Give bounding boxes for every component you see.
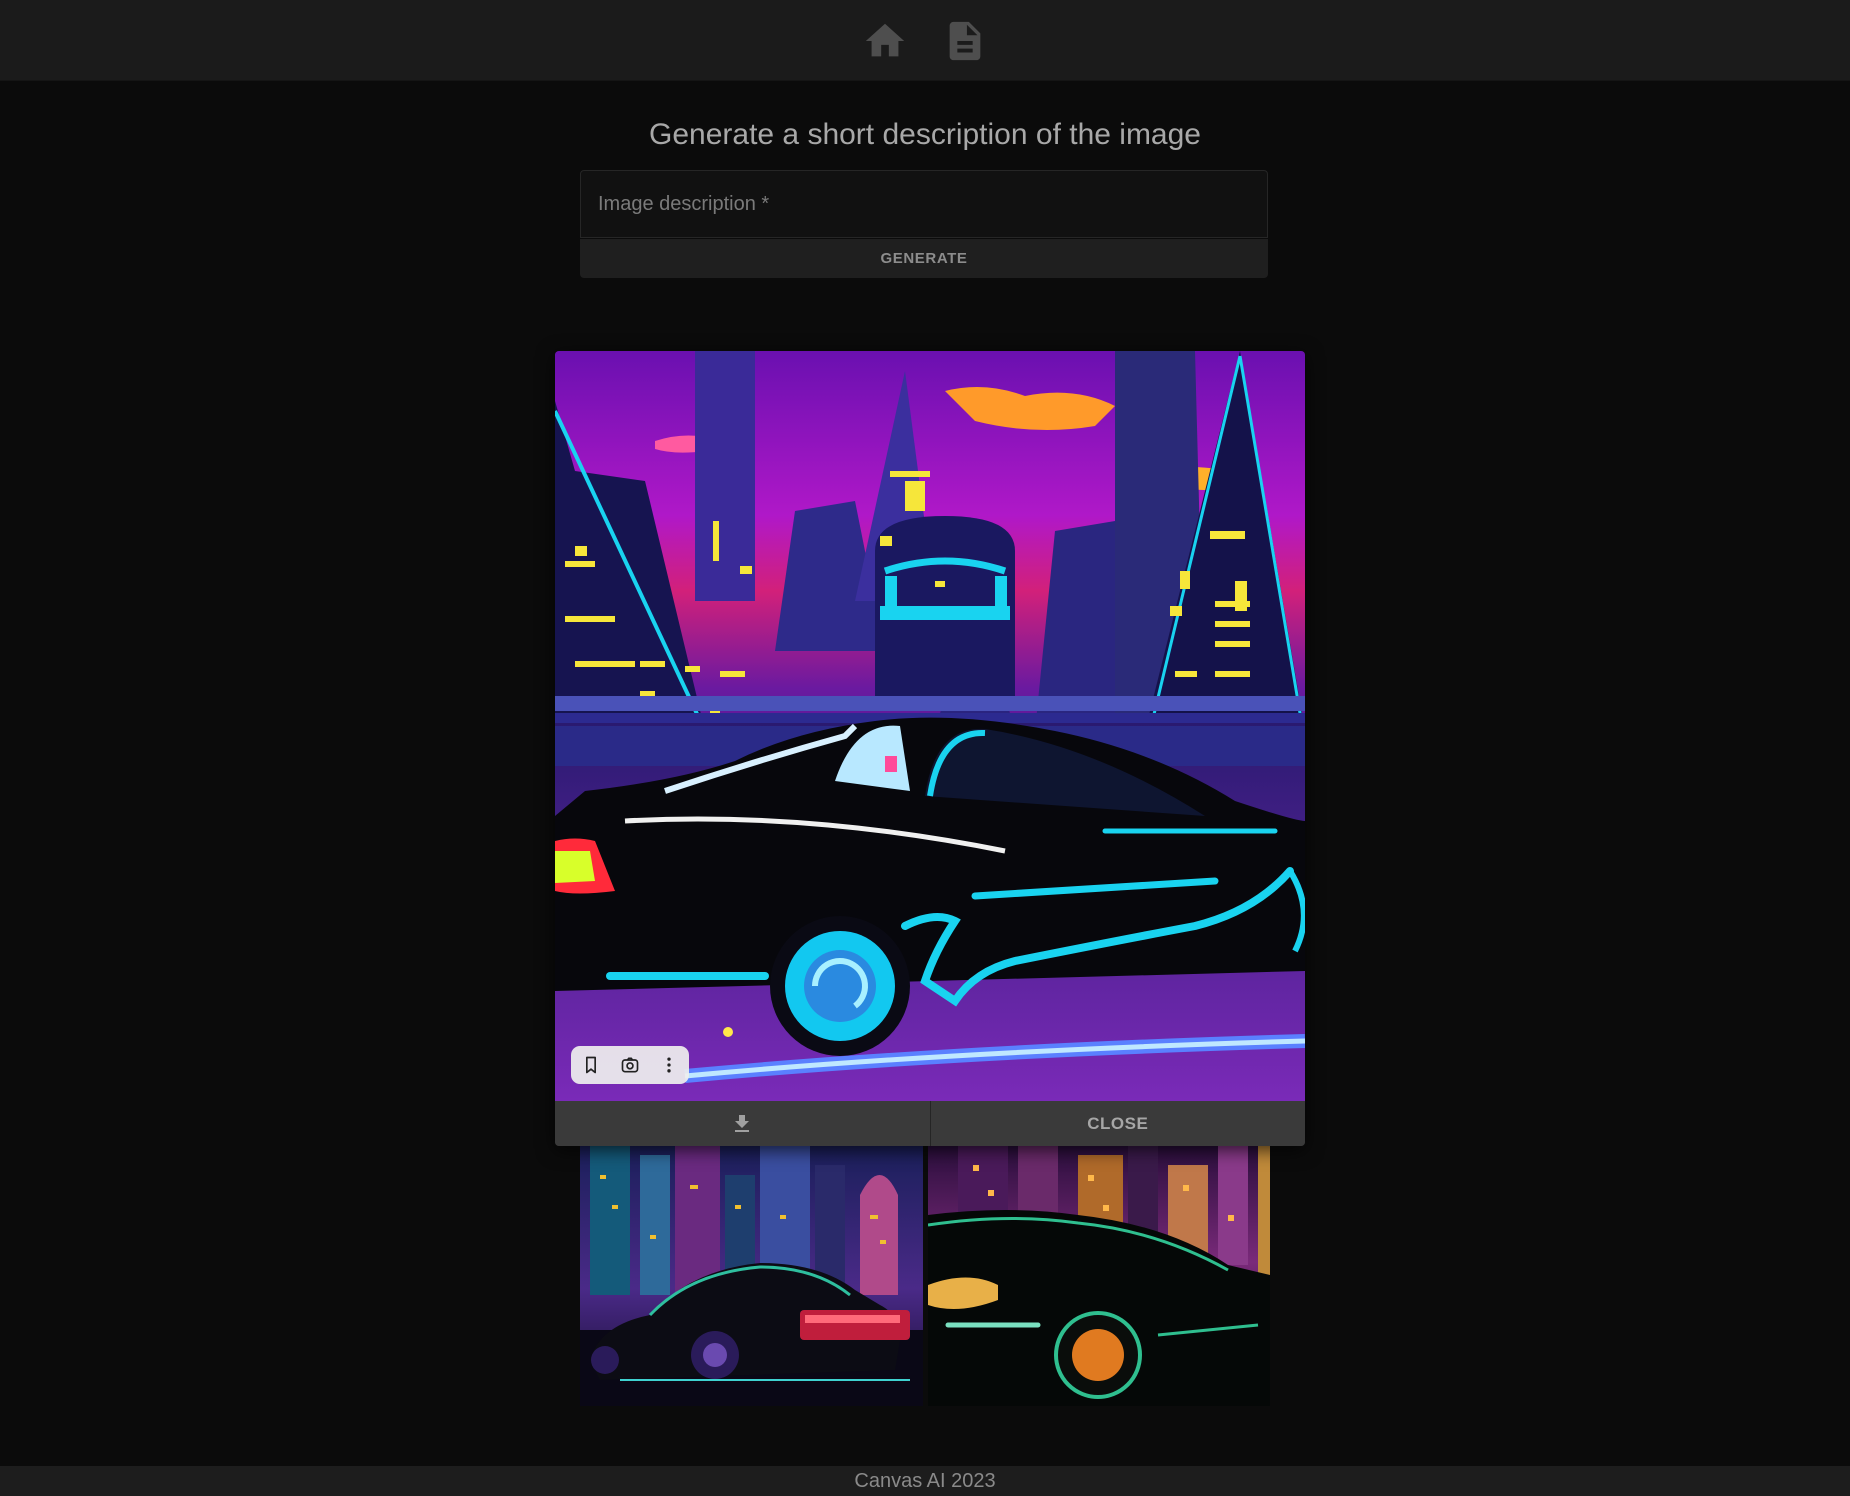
footer: Canvas AI 2023 [0, 1466, 1850, 1496]
thumbnail-left[interactable] [580, 1145, 923, 1406]
generate-button[interactable]: GENERATE [580, 239, 1268, 278]
page-title: Generate a short description of the imag… [649, 118, 1201, 151]
download-icon [735, 1114, 750, 1132]
bookmark-icon[interactable] [571, 1046, 610, 1084]
viewer-action-bar: CLOSE [555, 1101, 1305, 1146]
thumbnail-right[interactable] [928, 1145, 1270, 1406]
image-thumbnails [580, 1145, 1270, 1406]
image-description-input[interactable] [581, 171, 1267, 237]
document-icon[interactable] [942, 18, 988, 64]
home-icon[interactable] [862, 18, 908, 64]
download-button[interactable] [555, 1101, 931, 1146]
lens-icon[interactable] [610, 1046, 649, 1084]
image-viewer-dialog: CLOSE [555, 351, 1305, 1146]
generated-image [555, 351, 1305, 1101]
more-vert-icon[interactable] [649, 1046, 688, 1084]
image-overlay-toolbar [571, 1046, 689, 1084]
top-nav-bar [0, 0, 1850, 81]
image-description-field[interactable] [580, 170, 1268, 238]
close-button[interactable]: CLOSE [931, 1101, 1306, 1146]
